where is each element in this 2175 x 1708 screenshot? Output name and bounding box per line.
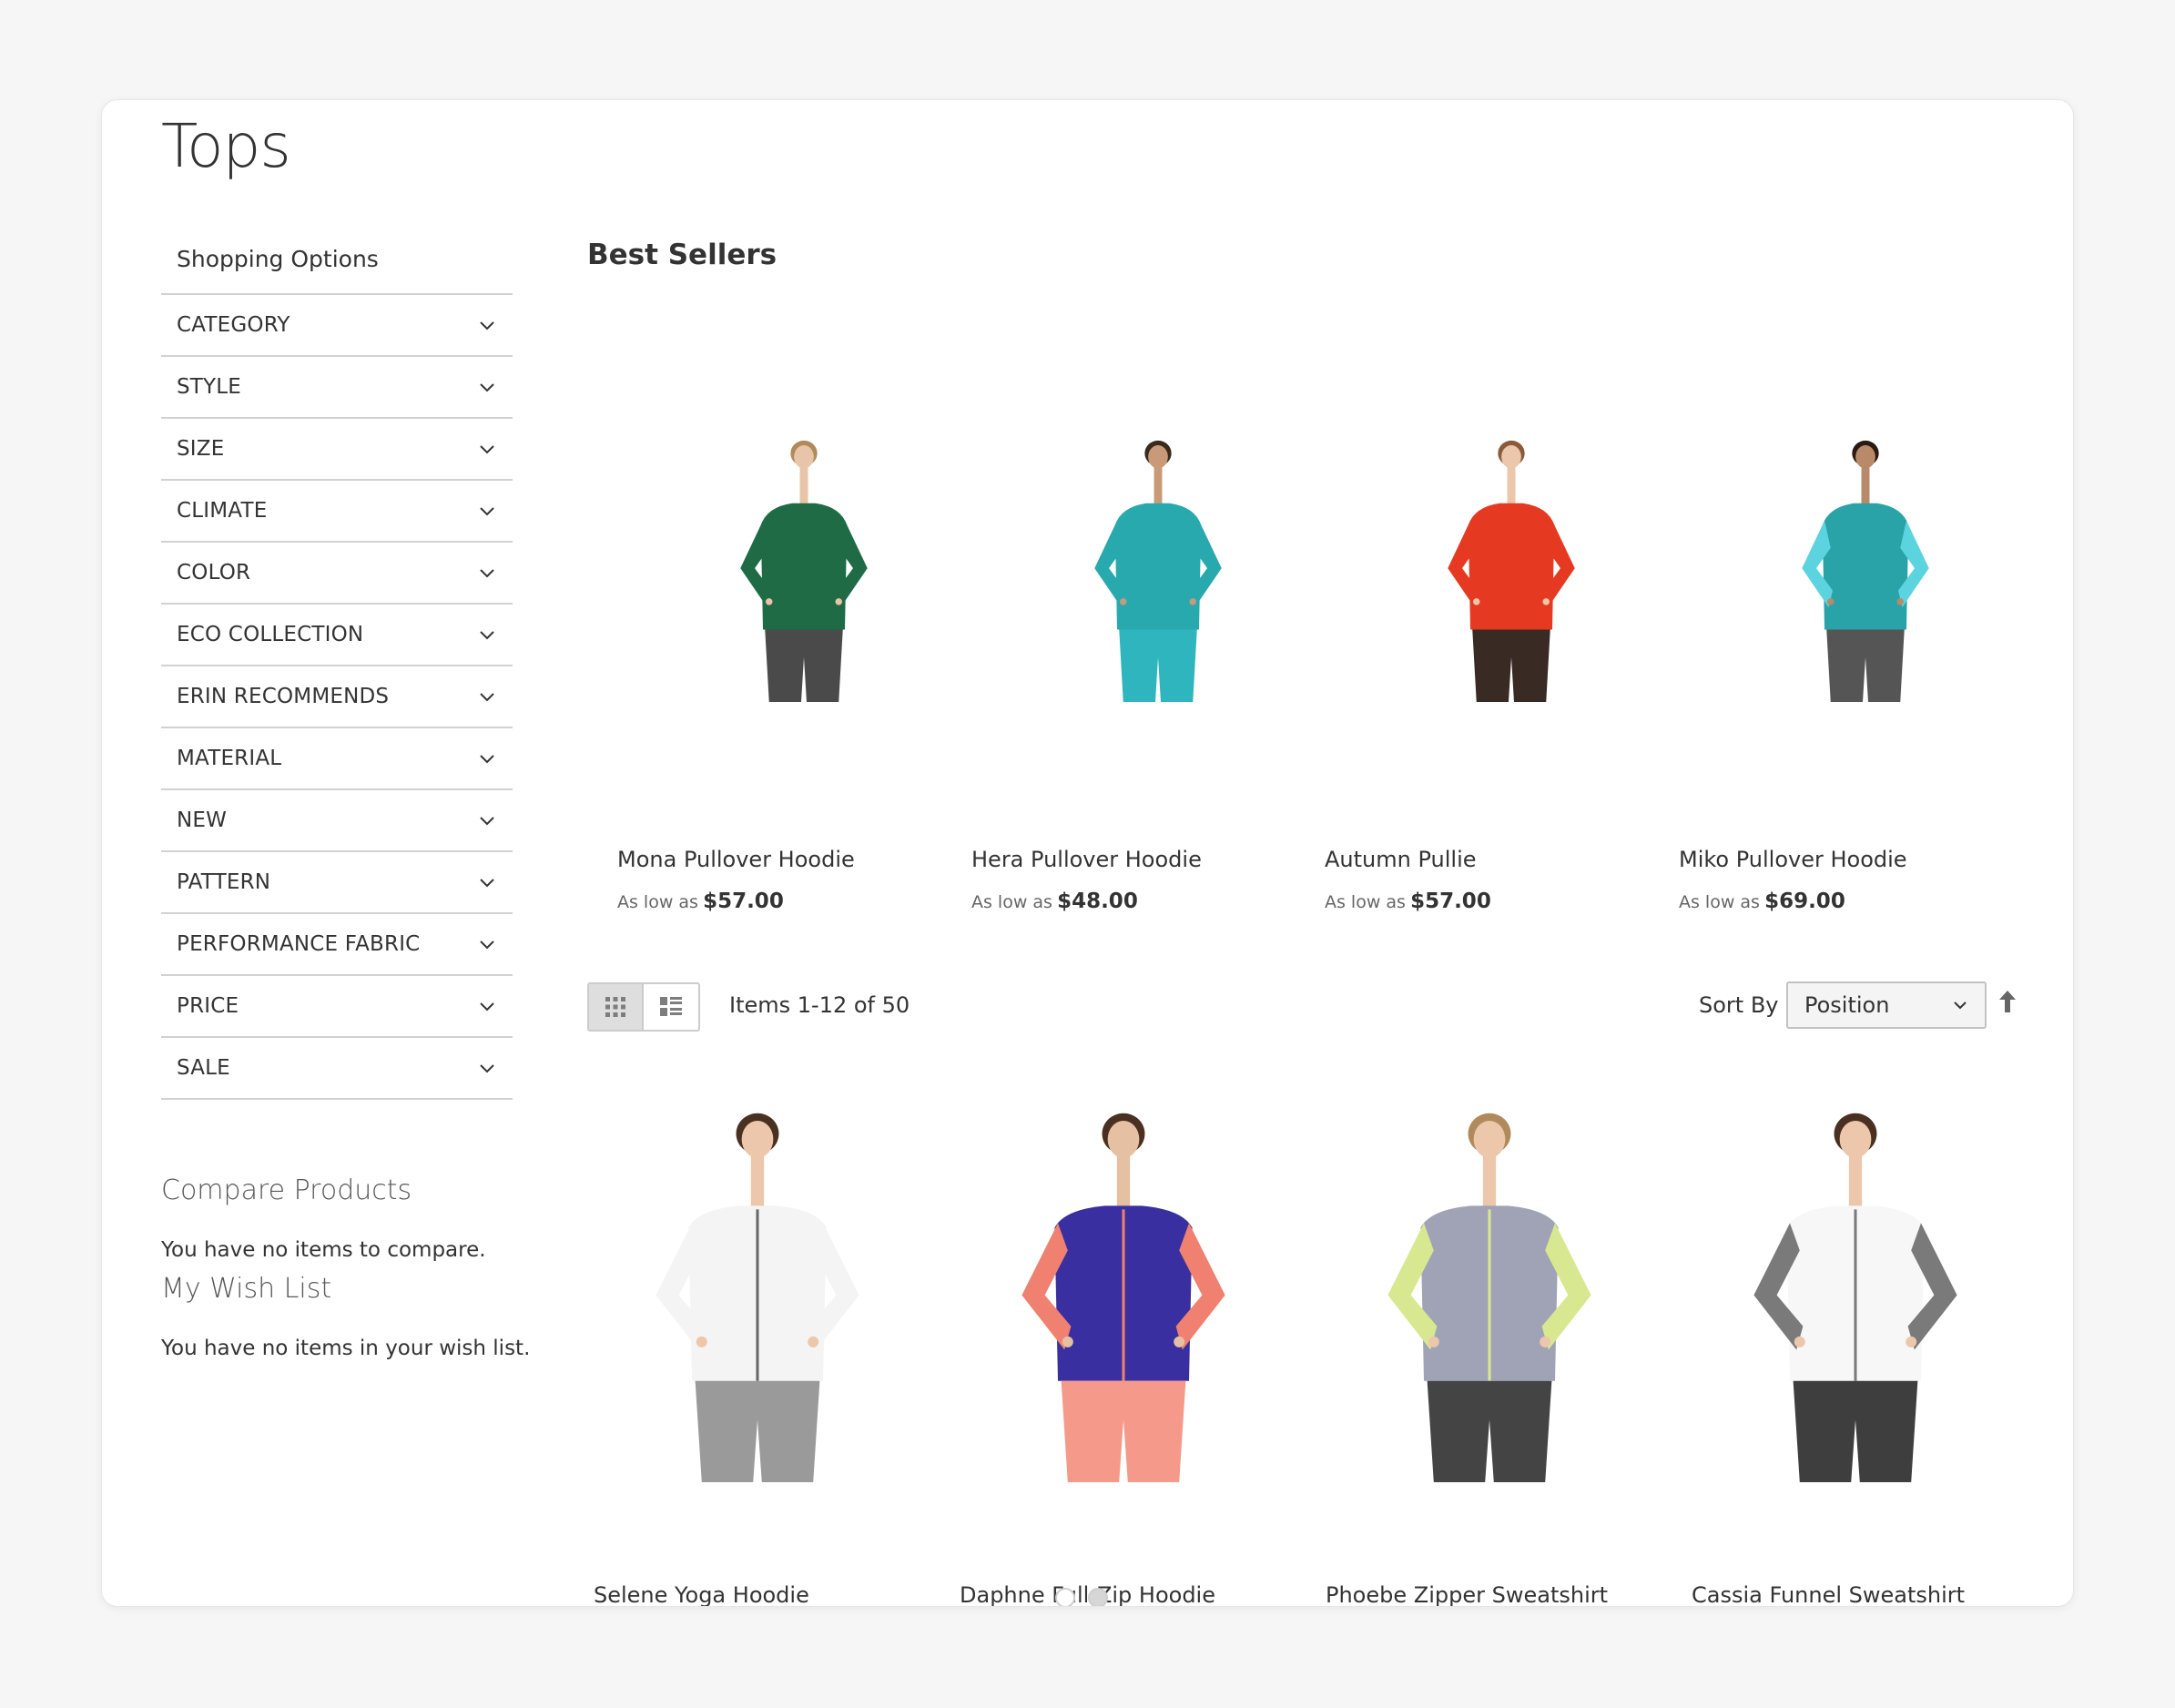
sort-direction-arrow-icon[interactable] bbox=[1997, 989, 2017, 1014]
product-photo bbox=[1387, 1113, 1591, 1482]
filter-label: COLOR bbox=[177, 561, 251, 585]
filter-material[interactable]: MATERIAL bbox=[161, 728, 513, 790]
product-price: $69.00 bbox=[1764, 890, 1845, 913]
filter-pattern[interactable]: PATTERN bbox=[161, 852, 513, 914]
chevron-down-icon bbox=[480, 445, 494, 454]
product-image[interactable] bbox=[736, 423, 872, 706]
filter-label: SIZE bbox=[177, 437, 225, 461]
product-photo bbox=[1094, 440, 1222, 702]
filter-label: SALE bbox=[177, 1056, 230, 1080]
page-title: Tops bbox=[161, 111, 291, 181]
wish-list-empty-message: You have no items in your wish list. bbox=[161, 1337, 531, 1360]
list-view-button[interactable] bbox=[644, 984, 698, 1030]
product-price: $48.00 bbox=[1057, 890, 1138, 913]
filter-label: CATEGORY bbox=[177, 313, 290, 337]
catalog-card: Tops Shopping Options CATEGORY STYLE SIZE C… bbox=[101, 99, 2074, 1607]
filter-new[interactable]: NEW bbox=[161, 790, 513, 852]
filter-list: CATEGORY STYLE SIZE CLIMATE COLOR ECO COLLECT… bbox=[161, 293, 513, 1100]
product-price-row: As low as $69.00 bbox=[1679, 890, 1845, 913]
filter-label: NEW bbox=[177, 808, 228, 832]
product-image[interactable] bbox=[1380, 1093, 1599, 1486]
filter-label: MATERIAL bbox=[177, 747, 282, 770]
filter-category[interactable]: CATEGORY bbox=[161, 295, 513, 357]
list-icon bbox=[660, 997, 682, 1016]
filter-price[interactable]: PRICE bbox=[161, 976, 513, 1038]
best-sellers-title: Best Sellers bbox=[587, 239, 778, 271]
view-mode-switcher bbox=[587, 982, 700, 1032]
compare-empty-message: You have no items to compare. bbox=[161, 1238, 486, 1262]
chevron-down-icon bbox=[480, 755, 494, 764]
chevron-down-icon bbox=[480, 321, 494, 330]
filter-size[interactable]: SIZE bbox=[161, 419, 513, 481]
filter-label: ECO COLLECTION bbox=[177, 623, 364, 646]
as-low-as-label: As low as bbox=[1679, 892, 1760, 912]
filter-label: PERFORMANCE FABRIC bbox=[177, 932, 421, 956]
as-low-as-label: As low as bbox=[971, 892, 1052, 912]
chevron-down-icon bbox=[480, 507, 494, 516]
pager-dot-2[interactable] bbox=[1088, 1588, 1108, 1606]
as-low-as-label: As low as bbox=[1325, 892, 1406, 912]
product-photo bbox=[1802, 440, 1929, 702]
sort-by-value: Position bbox=[1804, 992, 1890, 1018]
filter-color[interactable]: COLOR bbox=[161, 543, 513, 605]
filter-label: PATTERN bbox=[177, 870, 271, 894]
product-image[interactable] bbox=[648, 1093, 867, 1486]
filter-sale[interactable]: SALE bbox=[161, 1038, 513, 1100]
product-name[interactable]: Miko Pullover Hoodie bbox=[1679, 847, 1907, 872]
chevron-down-icon bbox=[480, 1002, 494, 1012]
chevron-down-icon bbox=[1954, 1001, 1967, 1010]
product-image[interactable] bbox=[1443, 423, 1580, 706]
filter-label: ERIN RECOMMENDS bbox=[177, 685, 390, 708]
chevron-down-icon bbox=[480, 569, 494, 578]
compare-products-title: Compare Products bbox=[161, 1174, 412, 1206]
filter-style[interactable]: STYLE bbox=[161, 357, 513, 419]
product-image[interactable] bbox=[1014, 1093, 1233, 1486]
product-image[interactable] bbox=[1797, 423, 1934, 706]
grid-view-button[interactable] bbox=[589, 984, 644, 1030]
product-photo bbox=[1021, 1113, 1225, 1482]
chevron-down-icon bbox=[480, 817, 494, 826]
product-photo bbox=[1753, 1113, 1957, 1482]
product-photo bbox=[1448, 440, 1575, 702]
product-image[interactable] bbox=[1746, 1093, 1965, 1486]
items-count: Items 1-12 of 50 bbox=[729, 992, 910, 1018]
shopping-options-title: Shopping Options bbox=[177, 246, 379, 272]
filter-climate[interactable]: CLIMATE bbox=[161, 481, 513, 543]
wish-list-title[interactable]: My Wish List bbox=[161, 1273, 331, 1305]
filter-erin-recommends[interactable]: ERIN RECOMMENDS bbox=[161, 666, 513, 728]
product-name[interactable]: Mona Pullover Hoodie bbox=[617, 847, 855, 872]
filter-eco-collection[interactable]: ECO COLLECTION bbox=[161, 605, 513, 666]
sort-by-select[interactable]: Position bbox=[1786, 981, 1987, 1029]
filter-label: STYLE bbox=[177, 375, 242, 399]
carousel-pager bbox=[1055, 1588, 1108, 1606]
chevron-down-icon bbox=[480, 631, 494, 640]
product-name[interactable]: Autumn Pullie bbox=[1325, 847, 1477, 872]
product-price: $57.00 bbox=[1410, 890, 1491, 913]
product-name[interactable]: Hera Pullover Hoodie bbox=[971, 847, 1202, 872]
product-name[interactable]: Phoebe Zipper Sweatshirt bbox=[1326, 1582, 1608, 1606]
grid-icon bbox=[605, 997, 625, 1017]
product-price-row: As low as $57.00 bbox=[1325, 890, 1491, 913]
filter-label: PRICE bbox=[177, 994, 239, 1018]
chevron-down-icon bbox=[480, 1064, 494, 1073]
as-low-as-label: As low as bbox=[617, 892, 698, 912]
chevron-down-icon bbox=[480, 383, 494, 392]
product-image[interactable] bbox=[1090, 423, 1226, 706]
chevron-down-icon bbox=[480, 879, 494, 888]
product-name[interactable]: Selene Yoga Hoodie bbox=[594, 1582, 809, 1606]
filter-label: CLIMATE bbox=[177, 499, 268, 523]
product-price-row: As low as $57.00 bbox=[617, 890, 784, 913]
product-photo bbox=[740, 440, 868, 702]
product-name[interactable]: Cassia Funnel Sweatshirt bbox=[1692, 1582, 1965, 1606]
product-photo bbox=[656, 1113, 859, 1482]
product-price: $57.00 bbox=[703, 890, 784, 913]
chevron-down-icon bbox=[480, 693, 494, 702]
sort-by-label: Sort By bbox=[1699, 992, 1779, 1018]
filter-performance-fabric[interactable]: PERFORMANCE FABRIC bbox=[161, 914, 513, 976]
product-price-row: As low as $48.00 bbox=[971, 890, 1138, 913]
pager-dot-1[interactable] bbox=[1055, 1588, 1075, 1606]
chevron-down-icon bbox=[480, 940, 494, 950]
